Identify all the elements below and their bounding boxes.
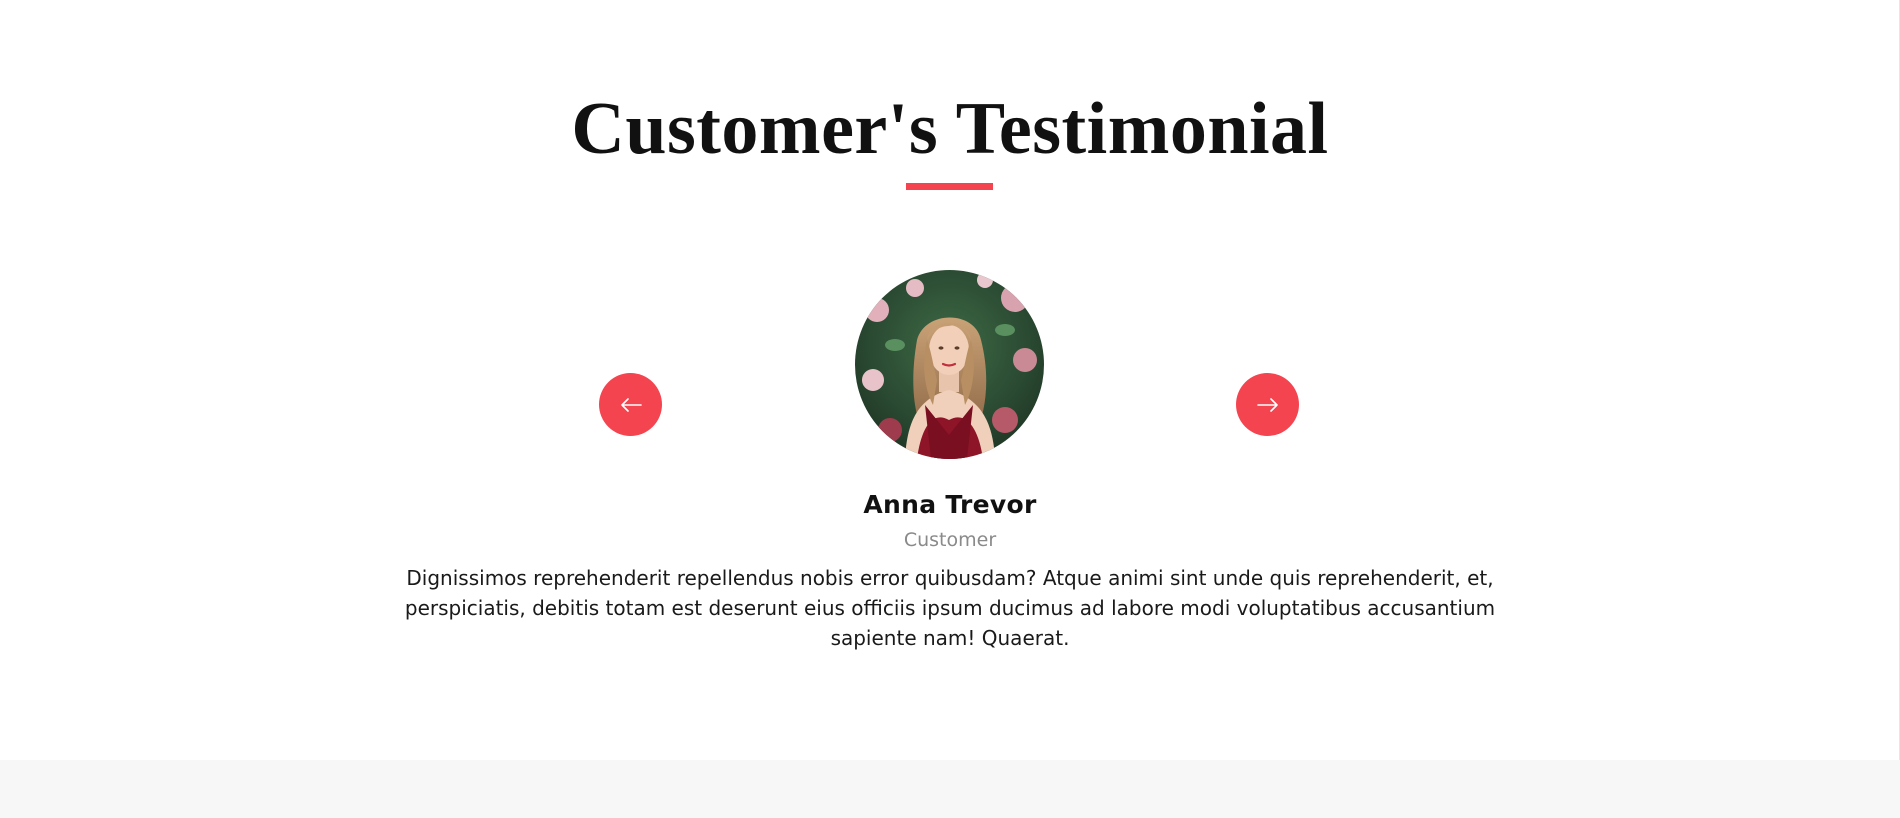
testimonial-section: Customer's Testimonial Anna Trevor Custo… [0, 0, 1900, 760]
customer-avatar [855, 270, 1044, 459]
section-title: Customer's Testimonial [571, 88, 1329, 170]
customer-photo [855, 270, 1044, 459]
customer-role: Customer [903, 529, 997, 551]
arrow-right-icon [1256, 397, 1278, 412]
next-section-background [0, 760, 1900, 818]
arrow-left-icon [620, 397, 642, 412]
previous-testimonial-button[interactable] [599, 373, 662, 436]
testimonial-quote: Dignissimos reprehenderit repellendus no… [404, 566, 1496, 650]
customer-name: Anna Trevor [863, 490, 1037, 519]
next-testimonial-button[interactable] [1236, 373, 1299, 436]
title-underline [906, 183, 993, 190]
